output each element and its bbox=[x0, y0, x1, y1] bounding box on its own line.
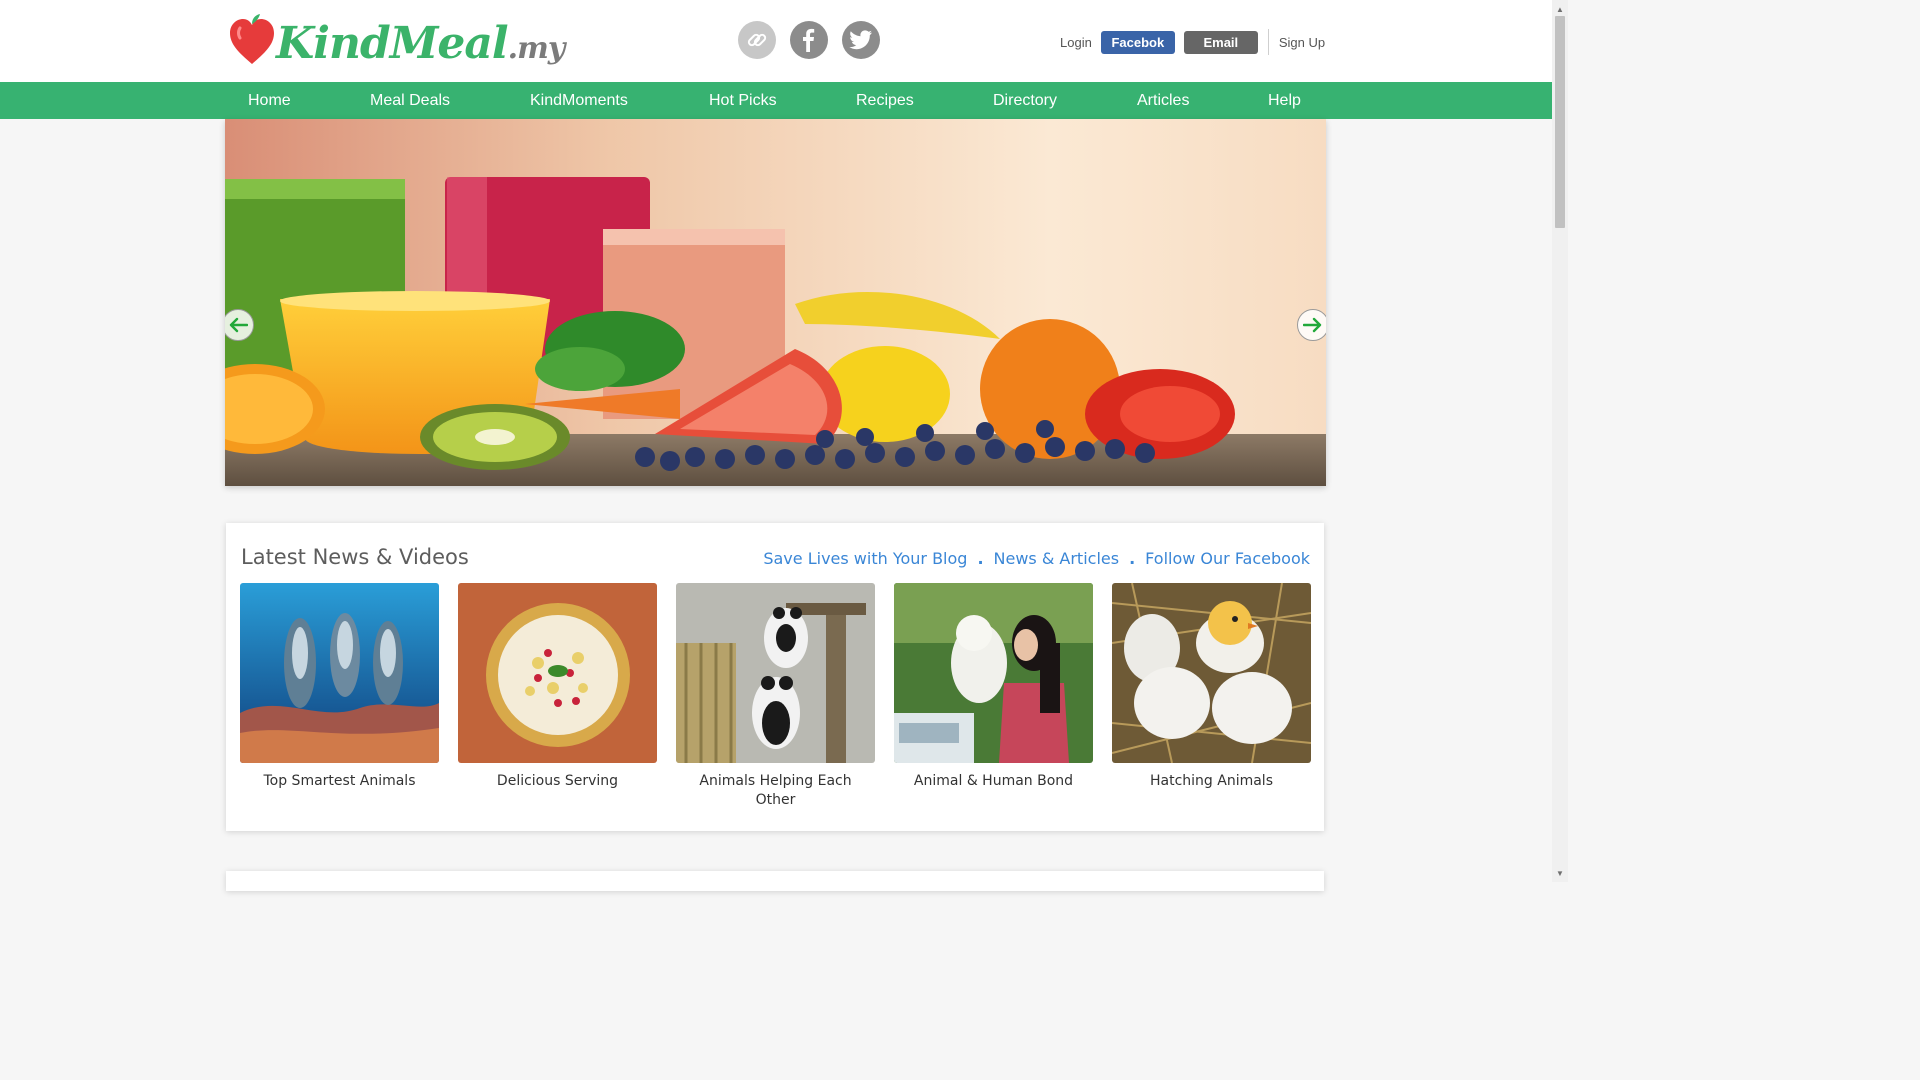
news-section-title: Latest News & Videos bbox=[241, 545, 469, 569]
news-card[interactable]: Hatching Animals bbox=[1112, 583, 1311, 810]
animal-human-bond-thumbnail bbox=[894, 583, 1093, 763]
nav-item-meal-deals[interactable]: Meal Deals bbox=[370, 82, 450, 119]
site-header: KindMeal.my Login Facebok Email Sign Up bbox=[0, 0, 1552, 82]
auth-divider bbox=[1267, 29, 1269, 55]
logo-name: KindMeal bbox=[276, 18, 509, 69]
nav-item-help[interactable]: Help bbox=[1268, 82, 1301, 119]
scrollbar-thumb[interactable] bbox=[1555, 16, 1565, 228]
logo-wordmark: KindMeal.my bbox=[276, 18, 566, 69]
card-thumbnail bbox=[458, 583, 657, 763]
news-articles-link[interactable]: News & Articles bbox=[994, 549, 1120, 568]
logo-suffix: .my bbox=[507, 31, 566, 66]
kindmeal-logo[interactable]: KindMeal.my bbox=[228, 12, 565, 78]
email-login-button[interactable]: Email bbox=[1183, 30, 1258, 54]
latest-news-panel: Latest News & Videos Save Lives with You… bbox=[226, 523, 1324, 831]
social-links bbox=[738, 21, 880, 59]
nav-item-articles[interactable]: Articles bbox=[1137, 82, 1189, 119]
scroll-up-icon[interactable]: ▲ bbox=[1552, 2, 1568, 16]
facebook-page-button[interactable] bbox=[790, 21, 828, 59]
card-title: Animals Helping Each Other bbox=[699, 773, 852, 808]
auth-bar: Login Facebok Email Sign Up bbox=[1060, 29, 1325, 55]
dolphins-thumbnail bbox=[240, 583, 439, 763]
card-title: Hatching Animals bbox=[1149, 773, 1273, 789]
nav-item-home[interactable]: Home bbox=[248, 82, 291, 119]
login-link[interactable]: Login bbox=[1060, 35, 1092, 50]
card-thumbnail bbox=[894, 583, 1093, 763]
card-title: Animal & Human Bond bbox=[913, 773, 1074, 789]
facebook-login-button[interactable]: Facebok bbox=[1100, 30, 1175, 54]
card-title: Delicious Serving bbox=[496, 773, 619, 789]
card-title: Top Smartest Animals bbox=[263, 773, 416, 789]
news-links: Save Lives with Your Blog . News & Artic… bbox=[763, 549, 1310, 568]
hero-image bbox=[225, 119, 1326, 486]
link-separator: . bbox=[977, 549, 984, 568]
pandas-thumbnail bbox=[676, 583, 875, 763]
nav-item-kindmoments[interactable]: KindMoments bbox=[530, 82, 628, 119]
share-link-button[interactable] bbox=[738, 21, 776, 59]
news-card[interactable]: Animal & Human Bond bbox=[894, 583, 1093, 810]
signup-link[interactable]: Sign Up bbox=[1279, 35, 1325, 50]
news-cards: Top Smartest Animals Delicious Serving A… bbox=[240, 583, 1311, 810]
scroll-down-icon[interactable]: ▼ bbox=[1552, 866, 1568, 880]
nav-item-recipes[interactable]: Recipes bbox=[856, 82, 914, 119]
link-separator: . bbox=[1129, 549, 1136, 568]
page-scrollbar[interactable]: ▲ ▼ bbox=[1552, 0, 1568, 882]
next-section-panel bbox=[226, 871, 1324, 891]
link-icon bbox=[747, 33, 767, 47]
follow-facebook-link[interactable]: Follow Our Facebook bbox=[1145, 549, 1310, 568]
nav-item-directory[interactable]: Directory bbox=[993, 82, 1057, 119]
card-thumbnail bbox=[1112, 583, 1311, 763]
hero-next-button[interactable] bbox=[1297, 309, 1326, 341]
twitter-icon bbox=[849, 30, 872, 50]
news-card[interactable]: Delicious Serving bbox=[458, 583, 657, 810]
arrow-left-icon bbox=[229, 317, 248, 333]
nav-item-hot-picks[interactable]: Hot Picks bbox=[709, 82, 777, 119]
save-lives-blog-link[interactable]: Save Lives with Your Blog bbox=[763, 549, 967, 568]
news-card[interactable]: Animals Helping Each Other bbox=[676, 583, 875, 810]
hatching-chick-thumbnail bbox=[1112, 583, 1311, 763]
card-thumbnail bbox=[240, 583, 439, 763]
heart-logo-icon bbox=[230, 14, 274, 64]
news-card[interactable]: Top Smartest Animals bbox=[240, 583, 439, 810]
twitter-page-button[interactable] bbox=[842, 21, 880, 59]
hero-slider[interactable] bbox=[225, 119, 1326, 486]
dessert-thumbnail bbox=[458, 583, 657, 763]
card-thumbnail bbox=[676, 583, 875, 763]
page: KindMeal.my Login Facebok Email Sign Up … bbox=[0, 0, 1552, 891]
facebook-icon bbox=[803, 28, 815, 52]
main-nav: Home Meal Deals KindMoments Hot Picks Re… bbox=[0, 82, 1552, 119]
arrow-right-icon bbox=[1303, 317, 1322, 333]
